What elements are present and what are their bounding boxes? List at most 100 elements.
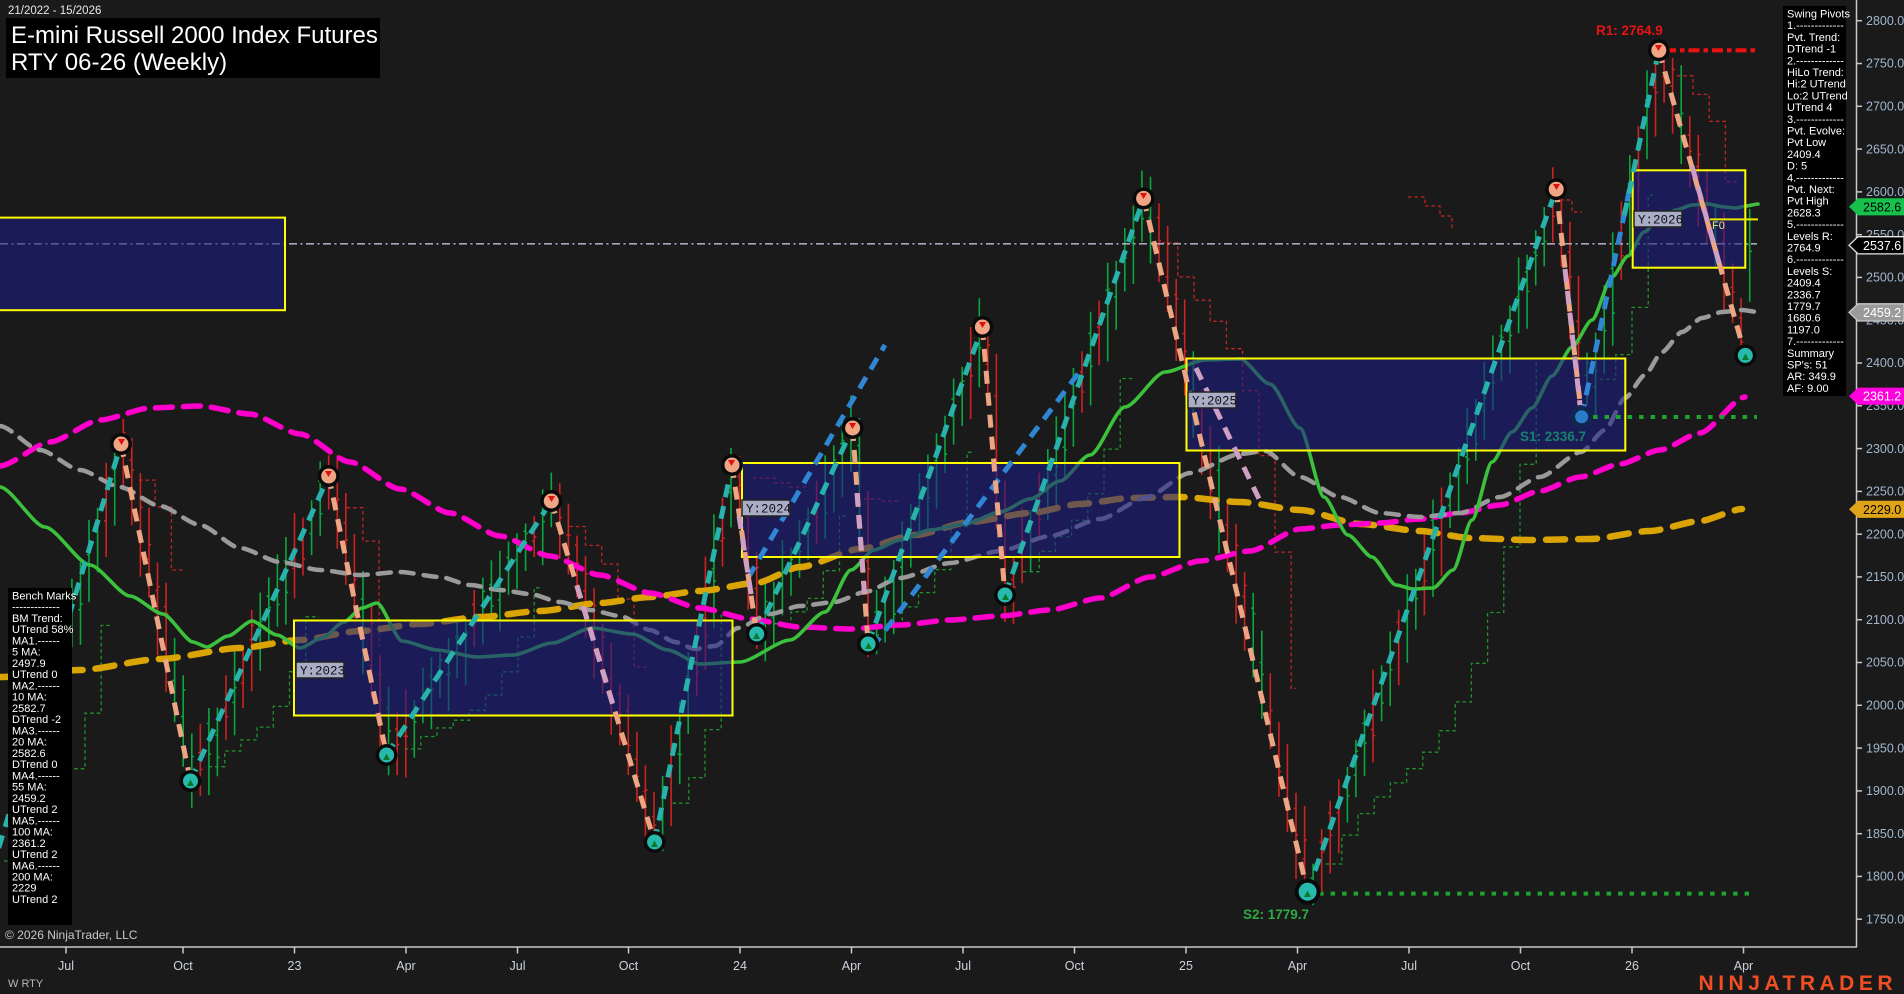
svg-text:2229.0: 2229.0 — [1863, 503, 1901, 517]
svg-text:1.-------------: 1.------------- — [1787, 20, 1844, 32]
svg-text:2582.7: 2582.7 — [12, 703, 46, 715]
svg-text:6.-------------: 6.------------- — [1787, 254, 1844, 266]
svg-text:2800.0: 2800.0 — [1866, 14, 1904, 28]
svg-text:2409.4: 2409.4 — [1787, 278, 1821, 290]
svg-text:MA4.------: MA4.------ — [12, 770, 60, 782]
svg-text:2459.2: 2459.2 — [12, 793, 46, 805]
svg-text:Lo:2 UTrend: Lo:2 UTrend — [1787, 90, 1848, 102]
svg-text:AF: 9.00: AF: 9.00 — [1787, 383, 1829, 395]
svg-text:21/2022 - 15/2026: 21/2022 - 15/2026 — [8, 5, 101, 17]
svg-text:© 2026 NinjaTrader, LLC: © 2026 NinjaTrader, LLC — [5, 928, 138, 942]
svg-text:5 MA:: 5 MA: — [12, 647, 41, 659]
svg-text:2497.9: 2497.9 — [12, 658, 46, 670]
svg-text:Jul: Jul — [58, 959, 74, 973]
svg-text:2229: 2229 — [12, 883, 36, 895]
svg-text:2361.2: 2361.2 — [12, 838, 46, 850]
svg-text:2400.0: 2400.0 — [1866, 356, 1904, 370]
svg-text:UTrend 58%: UTrend 58% — [12, 624, 74, 636]
svg-text:Jul: Jul — [510, 959, 526, 973]
svg-text:3.-------------: 3.------------- — [1787, 114, 1844, 126]
svg-text:NINJATRADER: NINJATRADER — [1699, 972, 1897, 994]
svg-text:DTrend 0: DTrend 0 — [12, 759, 57, 771]
svg-text:-------------: ------------- — [12, 602, 60, 614]
svg-text:Oct: Oct — [173, 959, 193, 973]
svg-text:MA2.------: MA2.------ — [12, 680, 60, 692]
svg-text:2050.0: 2050.0 — [1866, 656, 1904, 670]
svg-text:1800.0: 1800.0 — [1866, 870, 1904, 884]
svg-text:S1: 2336.7: S1: 2336.7 — [1520, 429, 1586, 444]
svg-text:Jul: Jul — [1401, 959, 1417, 973]
svg-text:UTrend 2: UTrend 2 — [12, 804, 57, 816]
svg-text:2582.6: 2582.6 — [1863, 200, 1901, 214]
svg-text:2700.0: 2700.0 — [1866, 100, 1904, 114]
svg-text:2582.6: 2582.6 — [12, 748, 46, 760]
svg-text:Levels R:: Levels R: — [1787, 231, 1833, 243]
svg-text:Swing Pivots: Swing Pivots — [1787, 9, 1850, 21]
svg-text:S2: 1779.7: S2: 1779.7 — [1243, 907, 1309, 922]
svg-text:5.-------------: 5.------------- — [1787, 219, 1844, 231]
svg-text:Bench Marks: Bench Marks — [12, 591, 77, 603]
svg-text:HiLo Trend:: HiLo Trend: — [1787, 67, 1844, 79]
svg-text:2336.7: 2336.7 — [1787, 289, 1821, 301]
svg-text:W RTY: W RTY — [8, 978, 44, 990]
svg-text:10 MA:: 10 MA: — [12, 692, 47, 704]
svg-text:Pvt. Evolve:: Pvt. Evolve: — [1787, 126, 1845, 138]
svg-text:Apr: Apr — [396, 959, 415, 973]
svg-text:1750.0: 1750.0 — [1866, 912, 1904, 926]
svg-text:MA1.------: MA1.------ — [12, 636, 60, 648]
svg-text:Apr: Apr — [842, 959, 861, 973]
svg-text:1680.6: 1680.6 — [1787, 313, 1821, 325]
svg-text:2628.3: 2628.3 — [1787, 207, 1821, 219]
svg-text:2409.4: 2409.4 — [1787, 149, 1821, 161]
svg-text:55 MA:: 55 MA: — [12, 782, 47, 794]
svg-text:MA5.------: MA5.------ — [12, 815, 60, 827]
svg-text:2100.0: 2100.0 — [1866, 613, 1904, 627]
svg-text:UTrend 0: UTrend 0 — [12, 669, 57, 681]
svg-text:2300.0: 2300.0 — [1866, 442, 1904, 456]
svg-text:E-mini Russell 2000 Index Futu: E-mini Russell 2000 Index Futures — [11, 22, 378, 49]
svg-text:1850.0: 1850.0 — [1866, 827, 1904, 841]
svg-text:2750.0: 2750.0 — [1866, 57, 1904, 71]
svg-text:Apr: Apr — [1288, 959, 1307, 973]
svg-text:2.-------------: 2.------------- — [1787, 55, 1844, 67]
svg-text:Oct: Oct — [1065, 959, 1085, 973]
svg-text:Y:2024: Y:2024 — [746, 503, 791, 517]
svg-text:2000.0: 2000.0 — [1866, 699, 1904, 713]
svg-text:UTrend 2: UTrend 2 — [12, 894, 57, 906]
svg-text:24: 24 — [733, 959, 747, 973]
svg-text:1197.0: 1197.0 — [1787, 324, 1820, 336]
svg-text:Jul: Jul — [955, 959, 971, 973]
svg-text:SP's: 51: SP's: 51 — [1787, 360, 1828, 372]
svg-text:Oct: Oct — [619, 959, 639, 973]
svg-text:UTrend 2: UTrend 2 — [12, 849, 57, 861]
svg-text:1950.0: 1950.0 — [1866, 741, 1904, 755]
svg-text:Pvt High: Pvt High — [1787, 196, 1829, 208]
svg-text:2250.0: 2250.0 — [1866, 485, 1904, 499]
svg-text:1779.7: 1779.7 — [1787, 301, 1821, 313]
svg-text:20 MA:: 20 MA: — [12, 737, 47, 749]
svg-text:2200.0: 2200.0 — [1866, 527, 1904, 541]
svg-text:AR: 349.9: AR: 349.9 — [1787, 371, 1836, 383]
svg-text:Y:2026: Y:2026 — [1638, 214, 1683, 228]
svg-text:2361.2: 2361.2 — [1863, 390, 1901, 404]
svg-text:Pvt. Trend:: Pvt. Trend: — [1787, 32, 1840, 44]
svg-text:2650.0: 2650.0 — [1866, 142, 1904, 156]
svg-text:BM Trend:: BM Trend: — [12, 613, 63, 625]
svg-text:UTrend 4: UTrend 4 — [1787, 102, 1832, 114]
svg-text:23: 23 — [288, 959, 302, 973]
svg-text:7.-------------: 7.------------- — [1787, 336, 1844, 348]
svg-text:2600.0: 2600.0 — [1866, 185, 1904, 199]
svg-text:Apr: Apr — [1734, 959, 1753, 973]
svg-text:Pvt. Next:: Pvt. Next: — [1787, 184, 1835, 196]
svg-text:Oct: Oct — [1511, 959, 1531, 973]
svg-text:Y:2025: Y:2025 — [1192, 395, 1237, 409]
svg-text:Hi:2 UTrend: Hi:2 UTrend — [1787, 79, 1846, 91]
svg-text:Levels S:: Levels S: — [1787, 266, 1832, 278]
svg-text:D: 5: D: 5 — [1787, 161, 1807, 173]
svg-text:R1: 2764.9: R1: 2764.9 — [1596, 23, 1663, 38]
svg-text:2150.0: 2150.0 — [1866, 570, 1904, 584]
svg-text:DTrend -1: DTrend -1 — [1787, 44, 1836, 56]
svg-text:1900.0: 1900.0 — [1866, 784, 1904, 798]
svg-text:MA6.------: MA6.------ — [12, 860, 60, 872]
svg-text:2500.0: 2500.0 — [1866, 271, 1904, 285]
